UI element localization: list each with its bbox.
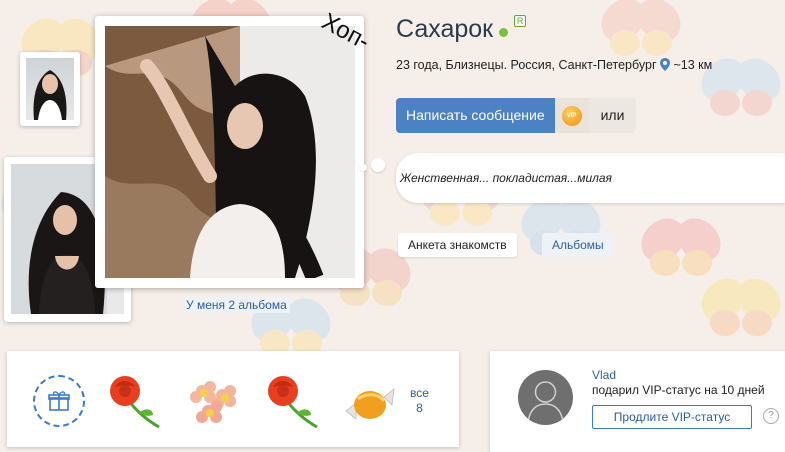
rose-gift-icon[interactable] <box>263 373 319 429</box>
bubble-tail-small <box>360 164 367 171</box>
candy-gift-icon[interactable] <box>342 373 398 429</box>
rose-gift-icon[interactable] <box>105 373 161 429</box>
profile-meta: 23 года, Близнецы. Россия, Санкт-Петербу… <box>396 58 712 72</box>
distance-label: ~13 км <box>673 58 713 72</box>
all-gifts-count: 8 <box>416 401 423 415</box>
main-profile-photo[interactable] <box>95 16 364 288</box>
vip-gift-text: подарил VIP-статус на 10 дней <box>592 383 765 397</box>
extend-vip-button[interactable]: Продлите VIP-статус <box>592 405 752 429</box>
all-gifts-link[interactable]: все 8 <box>410 386 429 416</box>
help-icon[interactable]: ? <box>763 408 779 424</box>
vip-icon: VIP <box>561 105 582 126</box>
write-message-button[interactable]: Написать сообщение <box>396 98 555 133</box>
gift-box-icon <box>48 391 70 411</box>
user-avatar-icon <box>527 381 564 423</box>
woman-photo-icon <box>33 70 67 120</box>
vip-giver-link[interactable]: Vlad <box>592 368 616 382</box>
woman-photo-icon <box>105 26 355 278</box>
tab-profile[interactable]: Анкета знакомств <box>398 233 517 257</box>
flowers-gift-icon[interactable] <box>186 373 242 429</box>
tab-albums[interactable]: Альбомы <box>542 233 614 257</box>
location-pin-icon <box>660 58 671 71</box>
r-badge-icon: R <box>514 15 527 27</box>
albums-count-link[interactable]: У меня 2 альбома <box>183 297 290 313</box>
add-gift-button[interactable] <box>33 375 85 427</box>
status-quote: Женственная... покладистая...милая <box>400 171 612 185</box>
all-gifts-label: все <box>410 386 429 400</box>
bubble-tail-large <box>371 158 385 172</box>
or-button[interactable]: или <box>588 98 637 133</box>
photo-thumbnail-small[interactable] <box>20 52 80 126</box>
vip-button[interactable]: VIP <box>554 98 589 133</box>
profile-header: Сахарок R <box>396 15 527 44</box>
profile-name: Сахарок <box>396 15 494 43</box>
profile-details: 23 года, Близнецы. Россия, Санкт-Петербу… <box>396 58 657 72</box>
avatar[interactable] <box>518 370 573 425</box>
action-buttons: Написать сообщение VIP или <box>396 98 637 133</box>
online-status-icon <box>499 28 509 38</box>
